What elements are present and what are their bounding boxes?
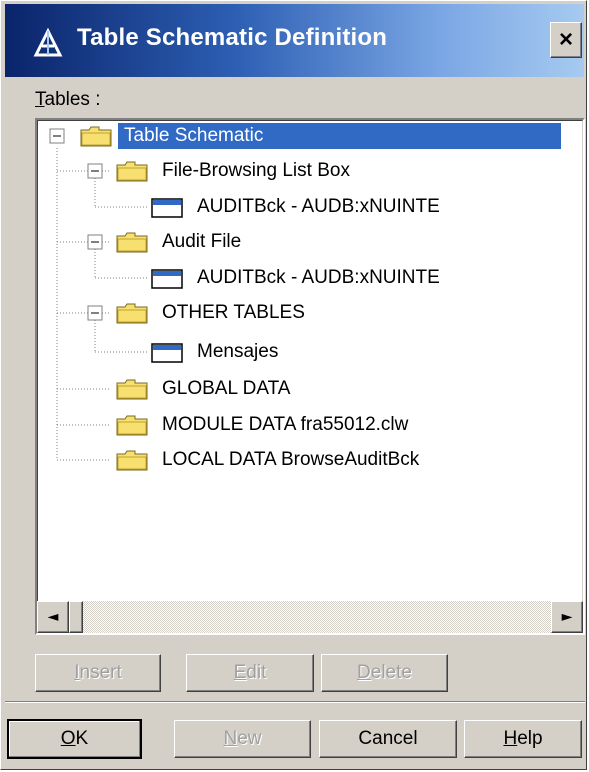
new-text: ew: [237, 728, 262, 749]
edit-text: dit: [246, 662, 267, 683]
scroll-thumb[interactable]: [69, 601, 83, 633]
folder-icon-root: [80, 126, 112, 147]
help-button[interactable]: Help: [464, 720, 582, 758]
tree-item-global-data[interactable]: GLOBAL DATA: [162, 376, 290, 402]
collapse-toggles: [49, 128, 103, 321]
collapse-toggle-root: [49, 128, 65, 144]
collapse-toggle-other-tables: [87, 305, 103, 321]
table-icon-1: [151, 198, 183, 218]
collapse-toggle-file-browsing: [87, 163, 103, 179]
tree-item-local-data[interactable]: LOCAL DATA BrowseAuditBck: [162, 447, 419, 473]
tree-lines: [49, 126, 183, 471]
close-button[interactable]: ×: [550, 22, 582, 58]
help-text: elp: [517, 728, 543, 749]
delete-mnemonic: D: [357, 662, 371, 683]
table-icon-3: [151, 343, 183, 363]
tables-label-text: ables :: [44, 89, 101, 110]
delete-button[interactable]: Delete: [321, 654, 448, 692]
button-divider: [5, 701, 585, 703]
tree-item-audit-file[interactable]: Audit File: [162, 229, 241, 255]
horizontal-scrollbar[interactable]: ◄ ►: [37, 601, 583, 633]
insert-button[interactable]: Insert: [35, 654, 161, 692]
scroll-left-button[interactable]: ◄: [37, 601, 69, 633]
folder-icon-other-tables: [116, 303, 148, 324]
window-title: Table Schematic Definition: [77, 24, 388, 51]
tree-item-table-schematic[interactable]: Table Schematic: [118, 123, 561, 149]
tables-label-mnemonic: T: [35, 89, 45, 110]
table-icon-2: [151, 269, 183, 289]
tree-item-file-browsing[interactable]: File-Browsing List Box: [162, 158, 350, 184]
ok-mnemonic: O: [60, 728, 76, 749]
collapse-toggle-audit-file: [87, 234, 103, 250]
dialog-window: Table Schematic Definition × Tables : Ta…: [0, 0, 587, 770]
folder-icon-file-browsing: [116, 161, 148, 182]
ok-text: K: [75, 728, 89, 749]
tables-label: Tables :: [35, 89, 100, 111]
edit-mnemonic: E: [233, 662, 247, 683]
folder-icon-audit-file: [116, 232, 148, 253]
cancel-button[interactable]: Cancel: [319, 720, 457, 758]
edit-button[interactable]: Edit: [186, 654, 314, 692]
new-button[interactable]: New: [174, 720, 311, 758]
tree-item-mensajes[interactable]: Mensajes: [197, 339, 278, 365]
help-mnemonic: H: [503, 728, 518, 749]
title-bar[interactable]: Table Schematic Definition ×: [5, 4, 584, 77]
scroll-right-button[interactable]: ►: [551, 601, 583, 633]
new-mnemonic: N: [223, 728, 238, 749]
folder-icon-module-data: [116, 415, 148, 436]
tables-tree[interactable]: Table Schematic File-Browsing List Box A…: [35, 118, 585, 635]
folder-icon-local-data: [116, 450, 148, 471]
tree-item-auditbck-1[interactable]: AUDITBck - AUDB:xNUINTE: [197, 194, 440, 220]
tree-item-module-data[interactable]: MODULE DATA fra55012.clw: [162, 412, 408, 438]
tree-item-other-tables[interactable]: OTHER TABLES: [162, 300, 305, 326]
schematic-icon: [33, 28, 63, 57]
insert-text: nsert: [79, 662, 122, 683]
delete-text: elete: [370, 662, 412, 683]
tree-item-auditbck-2[interactable]: AUDITBck - AUDB:xNUINTE: [197, 265, 440, 291]
folder-icon-global-data: [116, 379, 148, 400]
ok-button[interactable]: OK: [7, 719, 142, 759]
